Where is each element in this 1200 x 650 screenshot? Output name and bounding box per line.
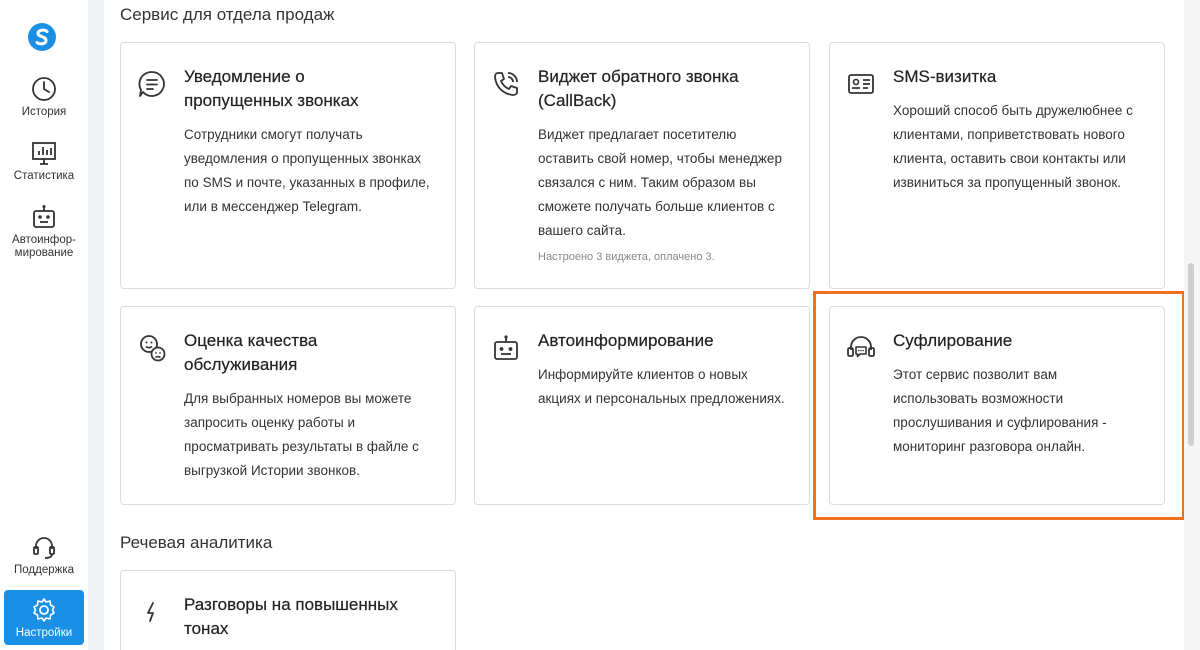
faces-icon [140, 335, 166, 362]
gutter [88, 0, 104, 650]
card-description: Этот сервис позволит вам использовать во… [893, 367, 1107, 454]
sidebar-item-settings[interactable]: Настройки [4, 590, 84, 645]
card-description: Для выбранных номеров вы можете запросит… [184, 391, 419, 478]
headset-icon [33, 537, 55, 559]
card-description: Сотрудники смогут получать уведомления о… [184, 127, 430, 214]
card-title: Автоинформирование [538, 331, 714, 350]
card-callback[interactable]: Виджет обратного звонка (CallBack) Видже… [474, 42, 810, 289]
card-note: Настроено 3 виджета, оплачено 3. [538, 251, 715, 263]
sidebar-item-support[interactable]: Поддержка [4, 534, 84, 577]
card-title: SMS-визитка [893, 67, 997, 86]
main-content: Сервис для отдела продаж Уведомление о п… [104, 0, 1184, 650]
card-description: Хороший способ быть дружелюбнее с клиент… [893, 103, 1133, 190]
card-title: Суфлирование [893, 331, 1013, 350]
card-title: Виджет обратного звонка (CallBack) [538, 67, 739, 110]
gear-icon [33, 598, 55, 622]
chart-icon [32, 142, 56, 165]
robot-icon [494, 335, 518, 360]
card-title: Уведомление о пропущенных звонках [184, 67, 359, 110]
headset-chat-icon [847, 336, 875, 358]
card-prompting[interactable]: Суфлирование Этот сервис позволит вам ис… [829, 306, 1165, 505]
clock-icon [32, 77, 56, 101]
card-quality[interactable]: Оценка качества обслуживания Для выбранн… [120, 306, 456, 505]
lightning-icon [147, 602, 154, 622]
card-title: Разговоры на повышенных тонах [184, 595, 398, 638]
sidebar-item-autoinform[interactable]: Автоинфор-мирование [4, 204, 84, 260]
sidebar-item-label: История [21, 106, 67, 118]
card-title: Оценка качества обслуживания [184, 331, 318, 374]
sidebar-item-label: Автоинфор-мирование [12, 234, 76, 259]
robot-icon [33, 205, 55, 228]
sidebar-item-statistics[interactable]: Статистика [4, 140, 84, 183]
card-description: Виджет предлагает посетителю оставить св… [538, 127, 782, 238]
sidebar-item-label: Настройки [15, 627, 73, 639]
id-card-icon [848, 74, 874, 94]
section-title: Сервис для отдела продаж [120, 5, 335, 24]
sidebar: История Статистика Автоинфор-мирование П… [0, 0, 88, 650]
sidebar-item-label: Статистика [13, 170, 75, 182]
card-autoinform[interactable]: Автоинформирование Информируйте клиентов… [474, 306, 810, 505]
section-title: Речевая аналитика [120, 533, 273, 552]
sidebar-item-history[interactable]: История [4, 76, 84, 119]
card-description: Информируйте клиентов о новых акциях и п… [538, 367, 785, 406]
sidebar-item-label: Поддержка [14, 564, 74, 576]
chat-alert-icon [138, 71, 165, 97]
card-missed-calls[interactable]: Уведомление о пропущенных звонках Сотруд… [120, 42, 456, 289]
logo-icon[interactable] [26, 21, 58, 53]
phone-callback-icon [494, 72, 518, 96]
scrollbar-thumb[interactable] [1188, 263, 1194, 446]
card-sms[interactable]: SMS-визитка Хороший способ быть дружелюб… [829, 42, 1165, 289]
card-raised-tones[interactable]: Разговоры на повышенных тонах [120, 570, 456, 650]
